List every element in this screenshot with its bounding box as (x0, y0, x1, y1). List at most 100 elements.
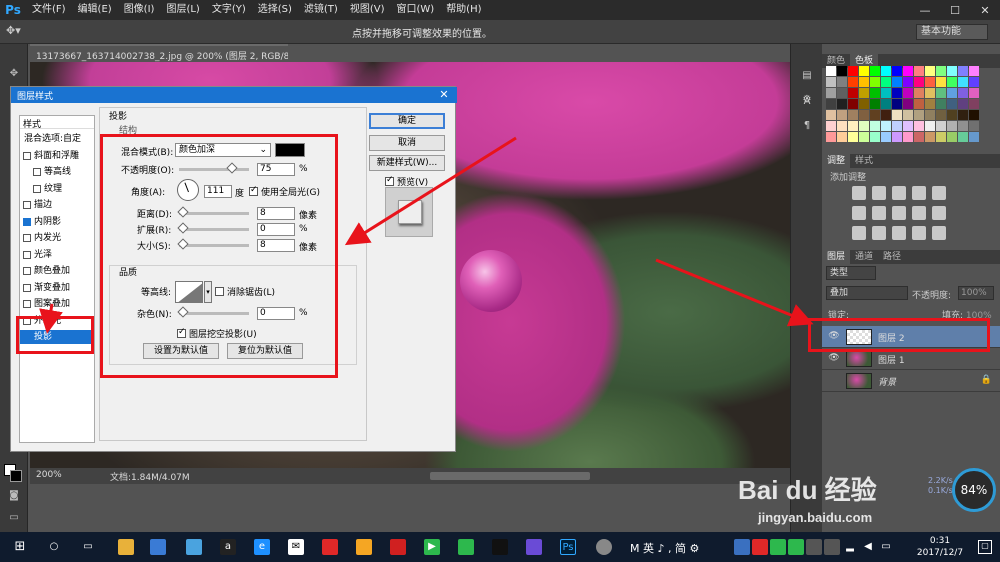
color-swatch[interactable] (969, 88, 979, 98)
style-item[interactable]: 渐变叠加 (20, 281, 94, 295)
character-icon[interactable]: A (799, 96, 815, 110)
style-item[interactable]: 等高线 (20, 165, 94, 179)
close-button[interactable]: ✕ (970, 0, 1000, 20)
color-swatch[interactable] (903, 66, 913, 76)
style-item-checkbox[interactable] (23, 217, 31, 226)
style-item-checkbox[interactable] (23, 300, 31, 308)
color-swatch[interactable] (925, 66, 935, 76)
color-swatch[interactable] (903, 132, 913, 142)
color-swatch[interactable] (859, 110, 869, 120)
color-swatch[interactable] (903, 77, 913, 87)
ok-button[interactable]: 确定 (369, 113, 445, 129)
style-item-checkbox[interactable] (33, 168, 41, 176)
style-item-checkbox[interactable] (23, 283, 31, 292)
color-swatch[interactable] (914, 99, 924, 109)
style-item-checkbox[interactable] (23, 151, 31, 160)
color-swatch[interactable] (947, 99, 957, 109)
color-swatch[interactable] (881, 121, 891, 131)
menu-item[interactable]: 图层(L) (160, 0, 205, 20)
color-swatch[interactable] (837, 88, 847, 98)
history-icon[interactable]: ▤ (799, 70, 815, 84)
color-swatch[interactable] (881, 77, 891, 87)
color-swatch[interactable] (859, 132, 869, 142)
style-item[interactable]: 光泽 (20, 248, 94, 262)
zoom-level[interactable]: 200% (36, 470, 62, 480)
color-swatch[interactable] (947, 110, 957, 120)
color-swatch[interactable] (848, 110, 858, 120)
horizontal-scrollbar[interactable] (430, 472, 590, 480)
color-swatch[interactable] (925, 88, 935, 98)
color-swatch[interactable] (914, 66, 924, 76)
menu-item[interactable]: 选择(S) (252, 0, 298, 20)
adjustment-icon[interactable] (912, 206, 926, 220)
style-item[interactable]: 纹理 (20, 182, 94, 196)
menu-item[interactable]: 编辑(E) (72, 0, 118, 20)
dialog-close-icon[interactable]: ✕ (437, 87, 451, 103)
minimize-button[interactable]: — (910, 0, 940, 20)
style-item[interactable]: 斜面和浮雕 (20, 149, 94, 163)
color-swatch[interactable] (903, 110, 913, 120)
style-item[interactable]: 内发光 (20, 231, 94, 245)
cancel-button[interactable]: 取消 (369, 135, 445, 151)
preview-checkbox[interactable] (385, 175, 394, 186)
color-swatch[interactable] (848, 88, 858, 98)
color-swatch[interactable] (892, 132, 902, 142)
color-swatch[interactable] (870, 99, 880, 109)
huawei-icon[interactable] (390, 539, 406, 555)
color-swatch[interactable] (892, 99, 902, 109)
color-swatch[interactable] (936, 99, 946, 109)
adjustment-icon[interactable] (932, 206, 946, 220)
color-swatch[interactable] (892, 121, 902, 131)
color-swatch[interactable] (826, 121, 836, 131)
adjustment-icon[interactable] (912, 226, 926, 240)
file-explorer-icon[interactable] (118, 539, 134, 555)
color-swatch[interactable] (826, 77, 836, 87)
tray-icon-1[interactable] (752, 539, 768, 555)
menu-item[interactable]: 帮助(H) (440, 0, 487, 20)
adjustment-icon[interactable] (872, 206, 886, 220)
color-swatch[interactable] (892, 77, 902, 87)
color-swatch[interactable] (947, 132, 957, 142)
screen-mode-icon[interactable]: ▭ (5, 512, 23, 526)
input-method-indicator[interactable]: M 英 ♪ , 简 ⚙ (630, 540, 699, 556)
app-icon[interactable] (356, 539, 372, 555)
color-swatch[interactable] (958, 110, 968, 120)
adjustment-icon[interactable] (892, 206, 906, 220)
tray-icon-5[interactable] (824, 539, 840, 555)
color-swatch[interactable] (914, 132, 924, 142)
menu-item[interactable]: 滤镜(T) (298, 0, 344, 20)
tab-layers[interactable]: 图层 (822, 250, 851, 264)
style-item[interactable]: 混合选项:自定 (20, 132, 94, 146)
task-view-icon[interactable]: ▭ (80, 539, 96, 555)
move-tool-icon[interactable]: ✥ (5, 68, 23, 82)
adjustment-icon[interactable] (872, 186, 886, 200)
menu-item[interactable]: 图像(I) (118, 0, 161, 20)
windows-start-icon[interactable]: ⊞ (12, 539, 28, 555)
color-swatch[interactable] (859, 99, 869, 109)
color-swatch[interactable] (859, 88, 869, 98)
tray-icon-2[interactable] (770, 539, 786, 555)
adjustment-icon[interactable] (872, 226, 886, 240)
color-swatch[interactable] (969, 99, 979, 109)
color-swatch[interactable] (969, 121, 979, 131)
color-swatch[interactable] (947, 88, 957, 98)
color-swatch[interactable] (925, 99, 935, 109)
color-swatch[interactable] (837, 132, 847, 142)
color-swatch[interactable] (848, 77, 858, 87)
color-swatch[interactable] (826, 99, 836, 109)
color-swatch[interactable] (892, 88, 902, 98)
color-swatch[interactable] (903, 121, 913, 131)
color-swatch[interactable] (848, 99, 858, 109)
store-icon[interactable] (150, 539, 166, 555)
color-swatch[interactable] (837, 77, 847, 87)
eye-icon[interactable]: 👁 (828, 353, 840, 365)
color-swatch[interactable] (958, 121, 968, 131)
color-swatch[interactable] (947, 77, 957, 87)
color-swatch[interactable] (881, 110, 891, 120)
color-swatch[interactable] (870, 77, 880, 87)
style-item-checkbox[interactable] (23, 234, 31, 242)
layer-blend-mode-select[interactable]: 叠加 (826, 286, 908, 300)
color-swatch[interactable] (925, 77, 935, 87)
color-swatch[interactable] (958, 88, 968, 98)
color-swatch[interactable] (958, 132, 968, 142)
